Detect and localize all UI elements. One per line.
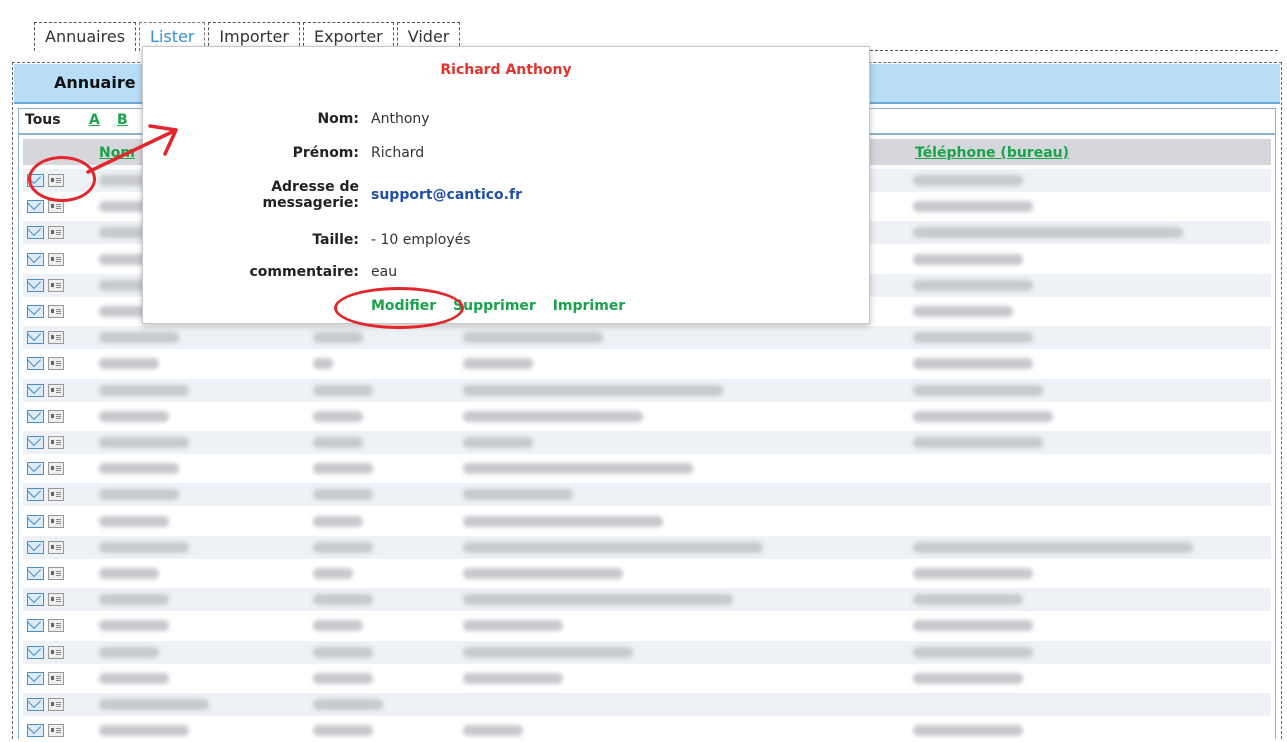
annotation-arrow-icon [86, 124, 178, 174]
